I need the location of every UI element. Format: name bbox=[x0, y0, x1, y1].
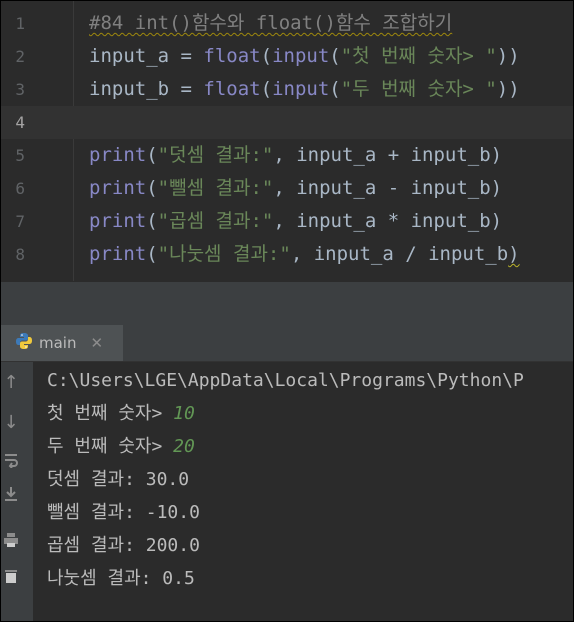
console-input-line: 첫 번째 숫자> 10 bbox=[47, 403, 195, 424]
code-line[interactable]: 7 print("곱셈 결과:", input_a * input_b) bbox=[1, 205, 573, 238]
code-line[interactable]: 6 print("뺄셈 결과:", input_a - input_b) bbox=[1, 172, 573, 205]
line-number: 6 bbox=[15, 179, 25, 198]
panel-divider[interactable] bbox=[1, 281, 573, 326]
line-number: 8 bbox=[15, 245, 25, 264]
print-icon[interactable] bbox=[1, 530, 21, 556]
ide-window: 1 #84 int()함수와 float()함수 조합하기 2 input_a … bbox=[0, 0, 574, 622]
trash-icon[interactable] bbox=[1, 566, 21, 592]
current-code-line[interactable]: 4 bbox=[1, 106, 573, 139]
tab-main[interactable]: main ✕ bbox=[1, 325, 123, 361]
code-text: input_a = float(input("첫 번째 숫자> ")) bbox=[89, 45, 520, 67]
console-line: 뺄셈 결과: -10.0 bbox=[47, 502, 200, 523]
console-line: 나눗셈 결과: 0.5 bbox=[47, 568, 195, 589]
up-arrow-icon[interactable]: ↑ bbox=[1, 370, 21, 396]
code-text: print("덧셈 결과:", input_a + input_b) bbox=[89, 144, 503, 166]
run-tab-bar: main ✕ bbox=[1, 325, 573, 362]
console-line: C:\Users\LGE\AppData\Local\Programs\Pyth… bbox=[47, 370, 524, 391]
line-number: 4 bbox=[15, 113, 25, 132]
code-line[interactable]: 1 #84 int()함수와 float()함수 조합하기 bbox=[1, 7, 573, 40]
close-icon[interactable]: ✕ bbox=[90, 334, 103, 352]
line-number: 7 bbox=[15, 212, 25, 231]
tab-label: main bbox=[39, 334, 77, 352]
scroll-to-end-icon[interactable] bbox=[1, 484, 21, 510]
console-line: 곱셈 결과: 200.0 bbox=[47, 535, 200, 556]
code-line[interactable]: 2 input_a = float(input("첫 번째 숫자> ")) bbox=[1, 40, 573, 73]
code-text: print("뺄셈 결과:", input_a - input_b) bbox=[89, 177, 503, 199]
python-icon bbox=[15, 332, 33, 354]
code-text: input_b = float(input("두 번째 숫자> ")) bbox=[89, 78, 520, 100]
run-toolstrip: ↑ ↓ bbox=[1, 362, 33, 621]
code-text: print("나눗셈 결과:", input_a / input_b) bbox=[89, 243, 520, 265]
code-comment: #84 int()함수와 float()함수 조합하기 bbox=[89, 12, 453, 34]
down-arrow-icon[interactable]: ↓ bbox=[1, 410, 21, 436]
code-editor[interactable]: 1 #84 int()함수와 float()함수 조합하기 2 input_a … bbox=[1, 1, 573, 281]
line-number: 2 bbox=[15, 47, 25, 66]
code-line[interactable]: 8 print("나눗셈 결과:", input_a / input_b) bbox=[1, 238, 573, 271]
line-number: 5 bbox=[15, 146, 25, 165]
console-line: 덧셈 결과: 30.0 bbox=[47, 469, 190, 490]
code-text: print("곱셈 결과:", input_a * input_b) bbox=[89, 210, 503, 232]
line-number: 1 bbox=[15, 14, 25, 33]
console-input-line: 두 번째 숫자> 20 bbox=[47, 436, 195, 457]
code-line[interactable]: 3 input_b = float(input("두 번째 숫자> ")) bbox=[1, 73, 573, 106]
code-line[interactable]: 5 print("덧셈 결과:", input_a + input_b) bbox=[1, 139, 573, 172]
soft-wrap-icon[interactable] bbox=[1, 450, 21, 476]
console-output[interactable]: C:\Users\LGE\AppData\Local\Programs\Pyth… bbox=[33, 362, 573, 621]
line-number: 3 bbox=[15, 80, 25, 99]
